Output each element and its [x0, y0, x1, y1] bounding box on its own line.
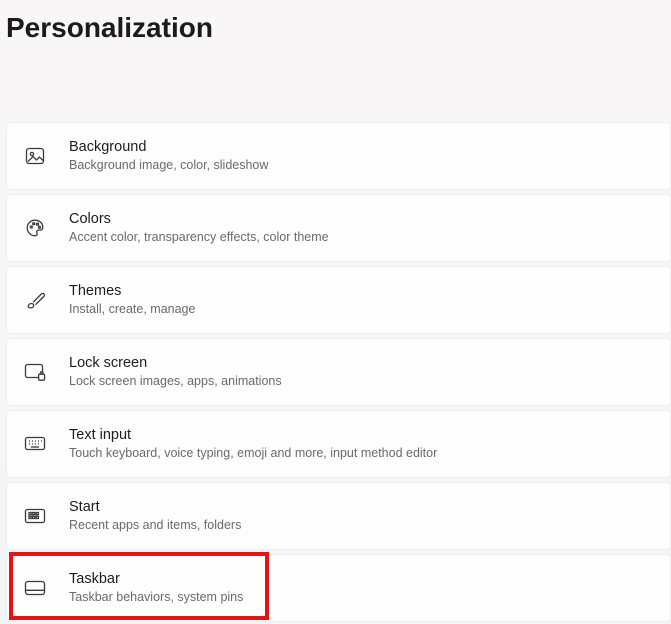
lock-screen-icon [23, 360, 47, 384]
item-title: Colors [69, 210, 329, 229]
item-title: Background [69, 138, 268, 157]
image-icon [23, 144, 47, 168]
item-background[interactable]: Background Background image, color, slid… [6, 122, 671, 190]
start-grid-icon [23, 504, 47, 528]
item-title: Lock screen [69, 354, 282, 373]
item-title: Text input [69, 426, 437, 445]
palette-icon [23, 216, 47, 240]
item-desc: Recent apps and items, folders [69, 517, 241, 534]
item-start[interactable]: Start Recent apps and items, folders [6, 482, 671, 550]
item-desc: Background image, color, slideshow [69, 157, 268, 174]
item-text-input[interactable]: Text input Touch keyboard, voice typing,… [6, 410, 671, 478]
item-title: Taskbar [69, 570, 243, 589]
item-desc: Touch keyboard, voice typing, emoji and … [69, 445, 437, 462]
item-title: Start [69, 498, 241, 517]
item-taskbar[interactable]: Taskbar Taskbar behaviors, system pins [6, 554, 671, 622]
item-title: Themes [69, 282, 195, 301]
item-colors[interactable]: Colors Accent color, transparency effect… [6, 194, 671, 262]
page-title: Personalization [0, 0, 671, 44]
item-lock-screen[interactable]: Lock screen Lock screen images, apps, an… [6, 338, 671, 406]
item-themes[interactable]: Themes Install, create, manage [6, 266, 671, 334]
item-desc: Install, create, manage [69, 301, 195, 318]
item-desc: Taskbar behaviors, system pins [69, 589, 243, 606]
settings-list: Background Background image, color, slid… [0, 122, 671, 622]
item-desc: Lock screen images, apps, animations [69, 373, 282, 390]
item-desc: Accent color, transparency effects, colo… [69, 229, 329, 246]
taskbar-icon [23, 576, 47, 600]
brush-icon [23, 288, 47, 312]
keyboard-icon [23, 432, 47, 456]
